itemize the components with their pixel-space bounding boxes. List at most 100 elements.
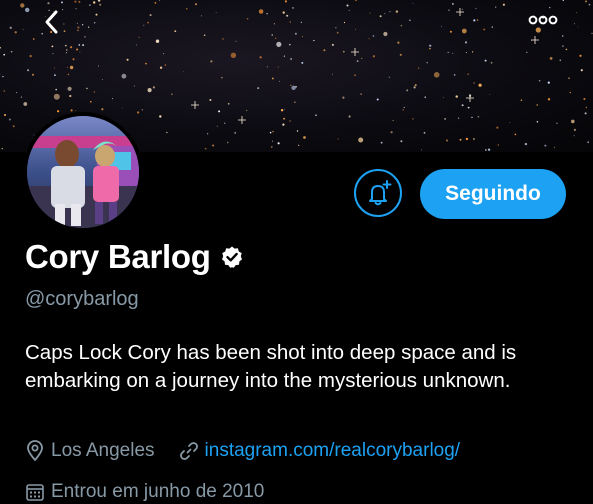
- website-item[interactable]: instagram.com/realcorybarlog/: [179, 440, 461, 462]
- star: [95, 13, 98, 16]
- star: [509, 122, 511, 123]
- star: [69, 94, 72, 98]
- star: [266, 13, 268, 15]
- star: [57, 110, 60, 113]
- star: [52, 53, 54, 55]
- star: [159, 115, 162, 118]
- star: [335, 27, 337, 29]
- star: [547, 81, 550, 84]
- avatar[interactable]: [23, 112, 143, 232]
- star: [369, 12, 371, 14]
- star: [289, 120, 291, 122]
- username-handle: @corybarlog: [25, 288, 139, 310]
- star: [383, 31, 388, 37]
- star: [226, 141, 229, 144]
- star: [569, 91, 571, 94]
- location-pin-icon: [27, 440, 43, 461]
- star: [159, 66, 163, 69]
- notifications-button[interactable]: [354, 169, 402, 217]
- star: [444, 118, 446, 120]
- star: [155, 39, 160, 43]
- star: [388, 76, 390, 78]
- star: [98, 65, 99, 67]
- profile-meta-row: Los Angeles instagram.com/realcorybarlog…: [25, 440, 460, 462]
- star: [379, 15, 382, 18]
- star: [568, 77, 570, 79]
- star: [222, 38, 224, 40]
- star: [133, 85, 135, 87]
- star: [355, 0, 357, 2]
- star: [121, 73, 127, 79]
- star: [348, 115, 351, 118]
- star: [301, 61, 304, 64]
- star-flare: [466, 94, 474, 102]
- star: [137, 111, 140, 114]
- star: [32, 73, 34, 76]
- verified-badge-icon: [221, 246, 242, 268]
- star: [74, 0, 77, 3]
- star: [209, 99, 212, 101]
- star: [230, 52, 237, 58]
- star: [277, 142, 280, 145]
- star: [455, 95, 458, 98]
- star: [76, 22, 78, 24]
- star: [495, 6, 497, 8]
- star: [461, 28, 467, 34]
- star: [283, 55, 285, 57]
- star: [171, 93, 173, 95]
- star: [461, 8, 463, 10]
- star: [143, 24, 145, 26]
- star: [561, 35, 564, 37]
- star: [423, 132, 426, 134]
- star: [145, 62, 147, 65]
- star: [101, 79, 103, 80]
- star: [399, 53, 402, 56]
- star: [477, 115, 480, 118]
- star: [526, 51, 528, 54]
- star: [337, 138, 339, 140]
- more-options-button[interactable]: [523, 6, 563, 34]
- star: [23, 102, 28, 106]
- star: [491, 26, 493, 28]
- star: [426, 62, 428, 64]
- star: [449, 30, 452, 33]
- star: [453, 74, 456, 76]
- star: [54, 74, 56, 77]
- calendar-icon: [26, 484, 44, 501]
- star: [502, 3, 505, 6]
- star: [174, 30, 177, 33]
- star: [346, 4, 349, 7]
- star: [372, 35, 375, 37]
- joined-date-item: Entrou em junho de 2010: [25, 481, 264, 503]
- star: [81, 24, 84, 26]
- star: [72, 58, 75, 61]
- star: [195, 3, 197, 6]
- star: [544, 144, 547, 147]
- star: [484, 59, 487, 62]
- star: [467, 73, 470, 75]
- star: [246, 109, 248, 112]
- star: [573, 23, 575, 25]
- star: [475, 8, 477, 10]
- star: [136, 44, 138, 46]
- star: [524, 142, 528, 146]
- star: [61, 1, 63, 4]
- following-button[interactable]: Seguindo: [420, 169, 566, 219]
- star: [3, 53, 5, 56]
- star: [101, 108, 104, 111]
- star: [384, 13, 386, 15]
- star: [70, 46, 73, 49]
- star: [246, 18, 249, 20]
- star: [403, 106, 405, 109]
- back-button[interactable]: [36, 6, 68, 38]
- star: [573, 135, 575, 137]
- name-row: Cory Barlog: [25, 238, 244, 276]
- website-link[interactable]: instagram.com/realcorybarlog/: [205, 440, 461, 462]
- star: [445, 139, 449, 142]
- star: [0, 47, 1, 49]
- star: [300, 21, 302, 23]
- star: [86, 87, 88, 90]
- star: [163, 53, 165, 55]
- star: [368, 38, 370, 40]
- star: [465, 52, 467, 54]
